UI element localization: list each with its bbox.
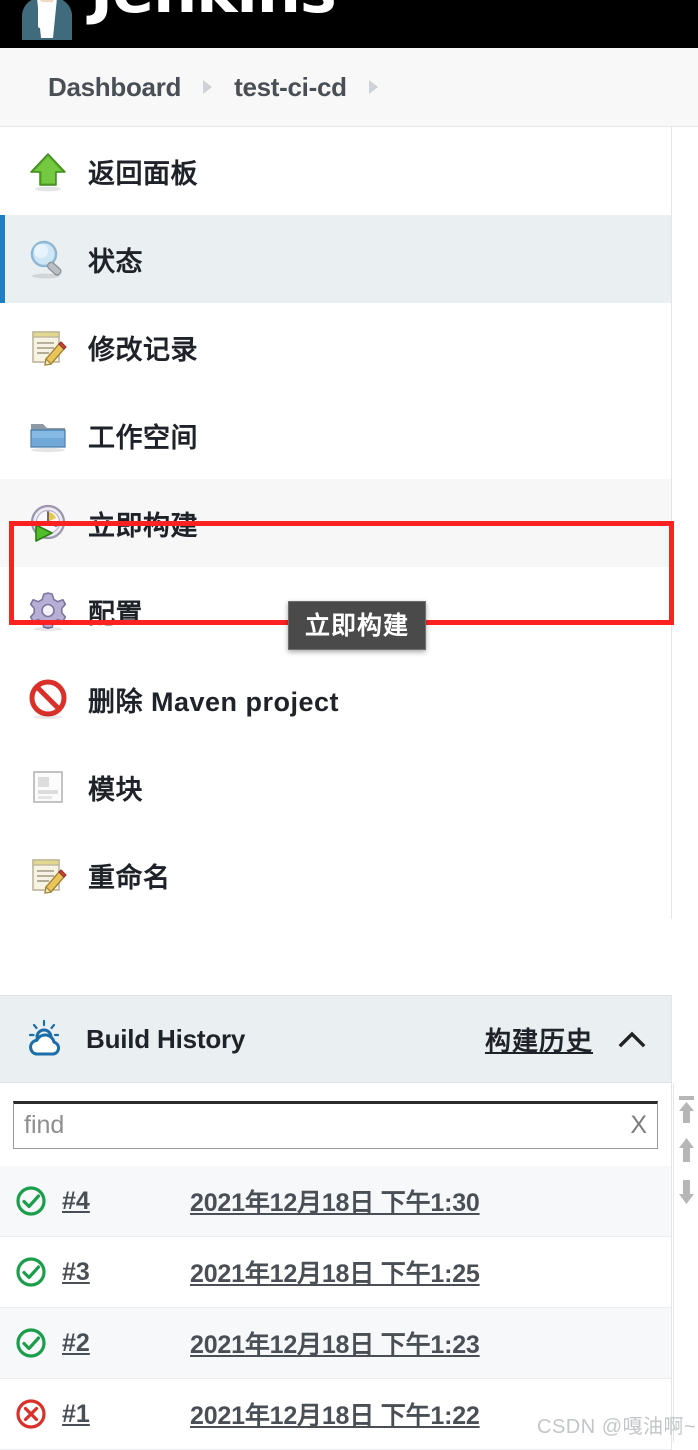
- delete-forbidden-icon: [26, 677, 70, 721]
- build-number-link[interactable]: #1: [62, 1400, 190, 1429]
- build-date-link[interactable]: 2021年12月18日 下午1:23: [190, 1325, 480, 1361]
- jenkins-butler-logo-icon[interactable]: [20, 0, 74, 40]
- modules-page-icon: [26, 765, 70, 809]
- build-date-link[interactable]: 2021年12月18日 下午1:22: [190, 1396, 480, 1432]
- sidebar-item-build-now[interactable]: 立即构建: [0, 479, 671, 567]
- sidebar-item-label: 配置: [88, 592, 143, 631]
- sidebar-item-label: 模块: [88, 768, 143, 807]
- sidebar-item-workspace[interactable]: 工作空间: [0, 391, 671, 479]
- breadcrumb-item-dashboard[interactable]: Dashboard: [48, 72, 181, 103]
- build-history-title: Build History: [86, 1024, 245, 1055]
- sidebar-item-label: 重命名: [88, 856, 171, 895]
- sidebar-item-label: 状态: [88, 240, 143, 279]
- build-clock-play-icon: [26, 501, 70, 545]
- build-history-list: #4 2021年12月18日 下午1:30 #3 2021年12月18日 下午1…: [0, 1166, 672, 1450]
- weather-sun-cloud-icon: [22, 1016, 68, 1062]
- build-now-tooltip: 立即构建: [288, 601, 426, 650]
- notepad-pencil-icon: [26, 853, 70, 897]
- scroll-to-top-icon[interactable]: [674, 1091, 698, 1131]
- jenkins-wordmark[interactable]: Jenkins: [90, 0, 336, 27]
- csdn-watermark: CSDN @嘎油啊~: [537, 1410, 696, 1439]
- build-status-failed-icon: [14, 1397, 48, 1431]
- chevron-up-icon[interactable]: [615, 1025, 649, 1053]
- build-number-link[interactable]: #4: [62, 1187, 190, 1216]
- magnifier-icon: [26, 237, 70, 281]
- up-arrow-green-icon: [26, 149, 70, 193]
- table-row[interactable]: #2 2021年12月18日 下午1:23: [0, 1308, 671, 1379]
- scroll-down-icon[interactable]: [674, 1171, 698, 1211]
- build-history-header: Build History 构建历史: [0, 995, 672, 1083]
- breadcrumb: Dashboard test-ci-cd: [0, 48, 698, 127]
- sidebar-item-rename[interactable]: 重命名: [0, 831, 671, 919]
- build-status-success-icon: [14, 1184, 48, 1218]
- gear-purple-icon: [26, 589, 70, 633]
- scroll-rail: [673, 1083, 698, 1442]
- sidebar-task-list: 返回面板 状态 修改记录: [0, 127, 672, 919]
- chevron-right-icon: [369, 80, 378, 94]
- notepad-pencil-icon: [26, 325, 70, 369]
- build-number-link[interactable]: #2: [62, 1329, 190, 1358]
- sidebar-item-modules[interactable]: 模块: [0, 743, 671, 831]
- sidebar-item-label: 工作空间: [88, 416, 198, 455]
- build-history-link[interactable]: 构建历史: [485, 1021, 593, 1058]
- build-number-link[interactable]: #3: [62, 1258, 190, 1287]
- scroll-up-icon[interactable]: [674, 1131, 698, 1171]
- sidebar-item-label: 删除 Maven project: [88, 680, 339, 719]
- build-status-success-icon: [14, 1326, 48, 1360]
- sidebar-item-changes[interactable]: 修改记录: [0, 303, 671, 391]
- folder-blue-icon: [26, 413, 70, 457]
- sidebar-item-label: 立即构建: [88, 504, 198, 543]
- breadcrumb-item-project[interactable]: test-ci-cd: [234, 72, 347, 103]
- top-header-bar: Jenkins: [0, 0, 698, 48]
- table-row[interactable]: #3 2021年12月18日 下午1:25: [0, 1237, 671, 1308]
- sidebar-item-label: 修改记录: [88, 328, 198, 367]
- sidebar-item-label: 返回面板: [88, 152, 198, 191]
- sidebar-item-status[interactable]: 状态: [0, 215, 671, 303]
- find-input[interactable]: [24, 1111, 620, 1140]
- build-date-link[interactable]: 2021年12月18日 下午1:30: [190, 1183, 480, 1219]
- chevron-right-icon: [203, 80, 212, 94]
- sidebar-item-back-to-dashboard[interactable]: 返回面板: [0, 127, 671, 215]
- build-date-link[interactable]: 2021年12月18日 下午1:25: [190, 1254, 480, 1290]
- find-box[interactable]: X: [13, 1101, 658, 1149]
- build-history-find-row: X: [0, 1083, 672, 1166]
- build-status-success-icon: [14, 1255, 48, 1289]
- clear-find-icon[interactable]: X: [620, 1111, 647, 1140]
- sidebar-item-delete-project[interactable]: 删除 Maven project: [0, 655, 671, 743]
- table-row[interactable]: #4 2021年12月18日 下午1:30: [0, 1166, 671, 1237]
